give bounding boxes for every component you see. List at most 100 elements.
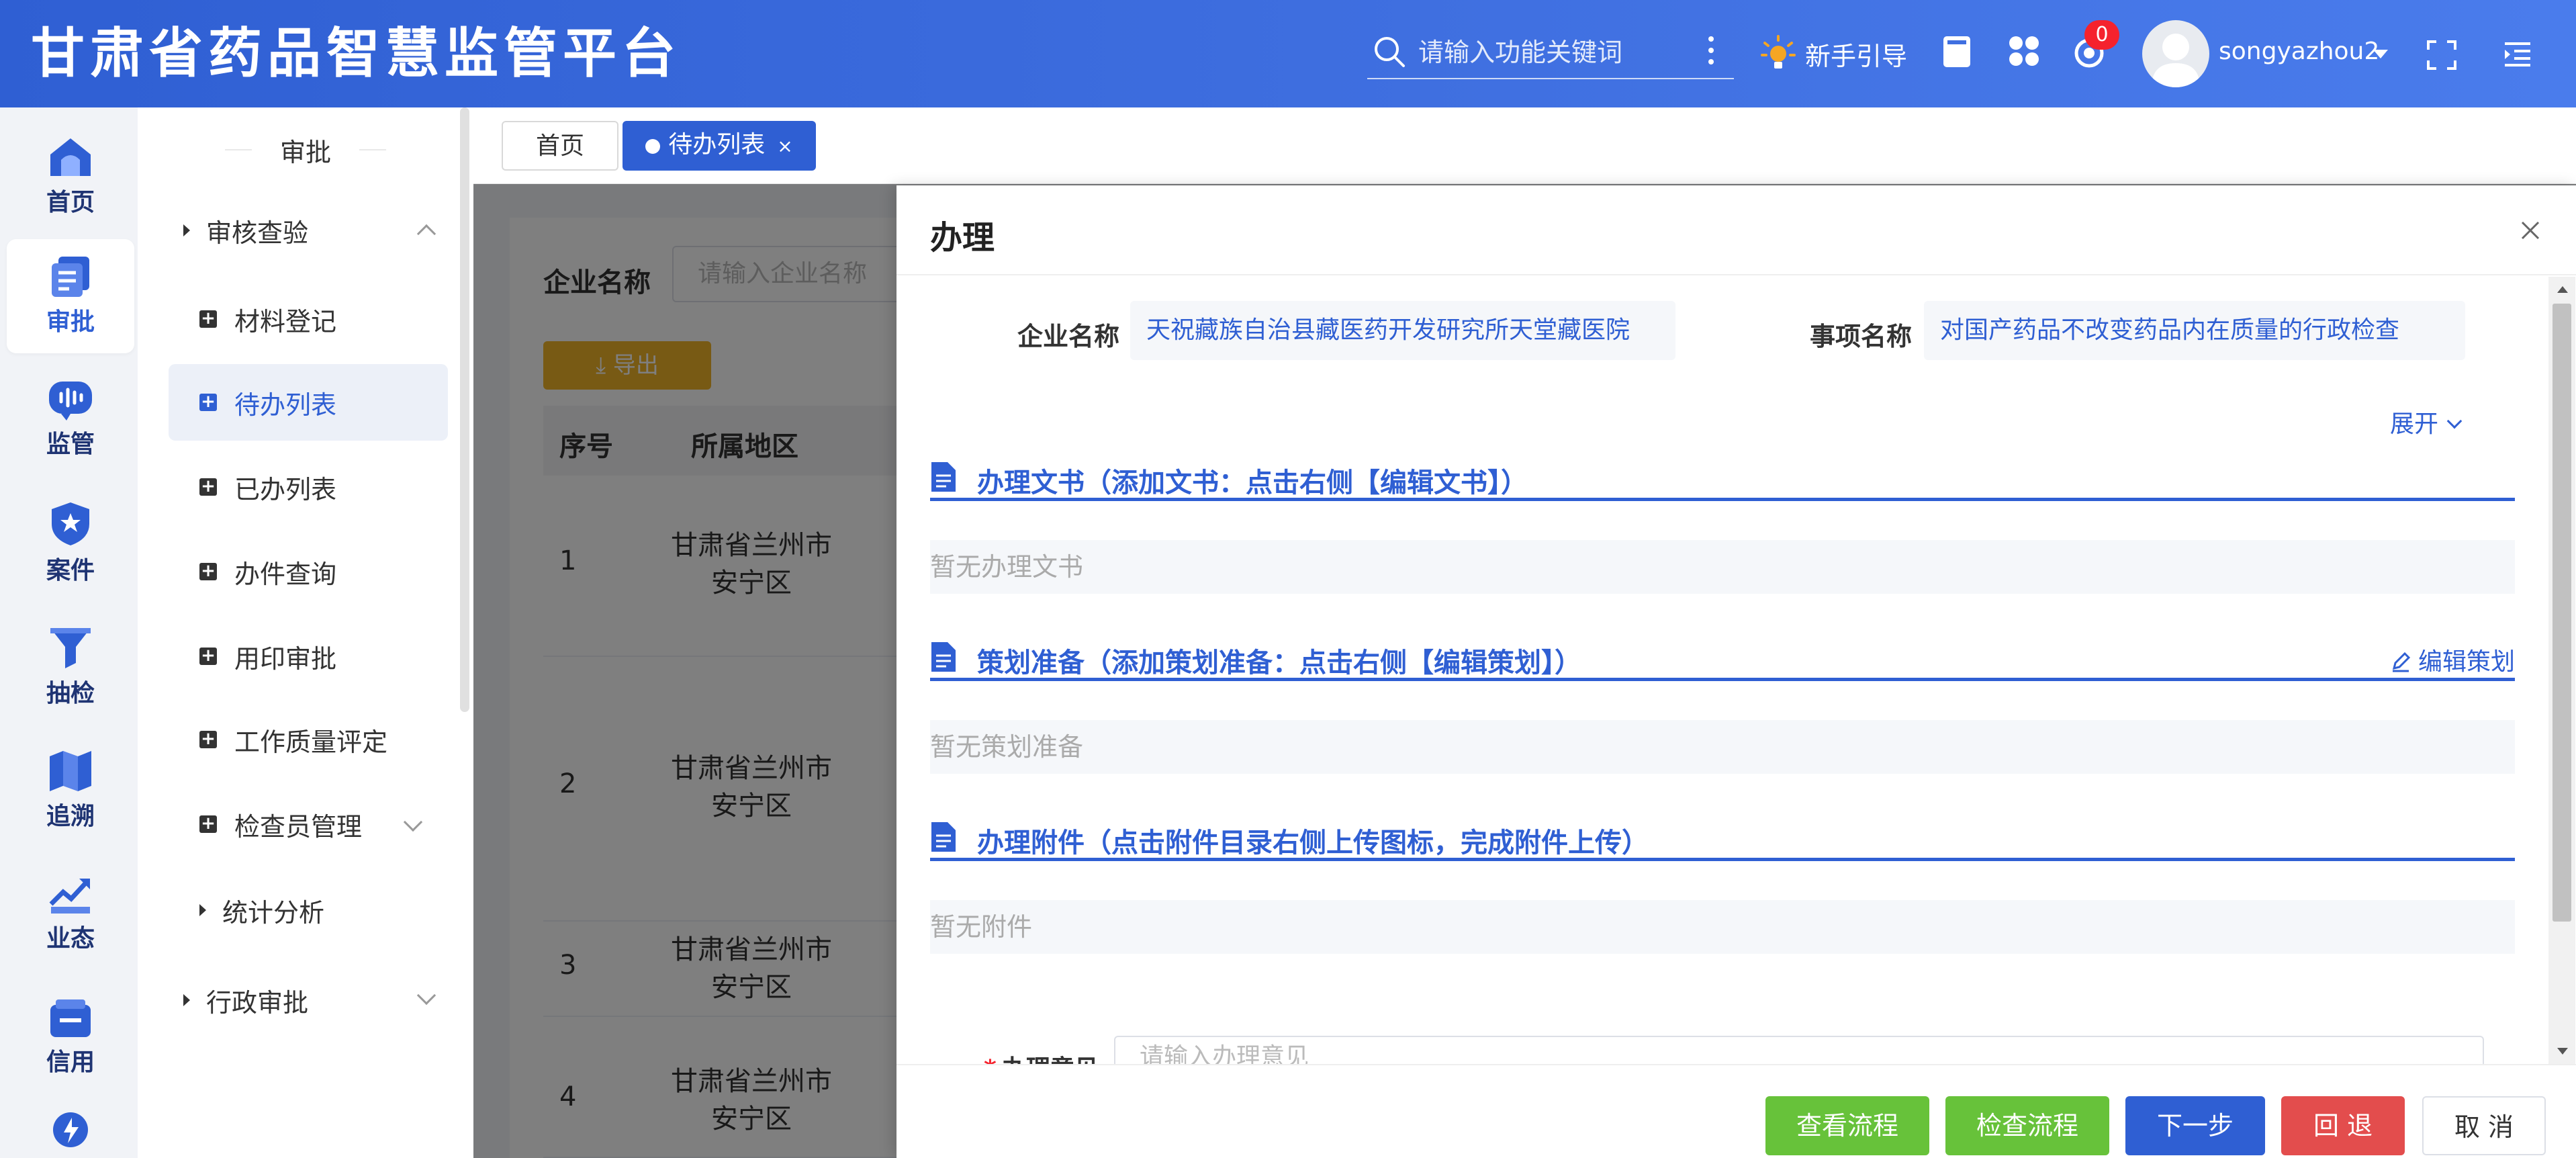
cancel-button[interactable]: 取 消 <box>2422 1096 2546 1155</box>
module-rail: 首页 审批 监管 案件 抽检 追溯 业态 信用 <box>0 107 138 1158</box>
lightning-icon <box>53 1112 88 1147</box>
guide-label: 新手引导 <box>1805 41 1908 71</box>
menu-item-material[interactable]: + 材料登记 <box>169 281 448 357</box>
opinion-label: *办理意见 <box>984 1049 1099 1064</box>
username[interactable]: songyazhou2 <box>2219 38 2379 65</box>
section-planning-header: 策划准备（添加策划准备：点击右侧【编辑策划】） 编辑策划 <box>930 634 2515 681</box>
supervise-icon <box>49 382 92 420</box>
plus-square-icon: + <box>199 478 217 496</box>
case-shield-icon <box>52 502 89 545</box>
edit-plan-button[interactable]: 编辑策划 <box>2390 642 2515 677</box>
fullscreen-icon[interactable] <box>2427 40 2456 70</box>
caret-right-icon <box>199 904 206 916</box>
rollback-button[interactable]: 回 退 <box>2281 1096 2405 1155</box>
submenu-panel: 审批 审核查验 + 材料登记 + 待办列表 + 已办列表 + 办件查询 + 用印… <box>138 107 473 1158</box>
opinion-input[interactable]: 请输入办理意见 <box>1114 1036 2484 1064</box>
scroll-up-icon[interactable] <box>2557 286 2568 293</box>
drawer-scrollbar[interactable] <box>2548 277 2575 1064</box>
tab-home[interactable]: 首页 <box>502 121 618 171</box>
edit-pencil-icon <box>2392 652 2411 672</box>
menu-item-stats[interactable]: 统计分析 <box>154 880 476 940</box>
avatar[interactable] <box>2142 20 2209 87</box>
plus-square-icon: + <box>199 393 217 411</box>
search-input[interactable] <box>1418 35 1714 70</box>
chevron-down-icon <box>2446 413 2463 429</box>
attachments-empty: 暂无附件 <box>930 900 2515 954</box>
top-header: 甘肃省药品智慧监管平台 新手引导 0 songyazhou2 <box>0 0 2576 107</box>
apps-icon[interactable] <box>2008 35 2040 67</box>
plus-square-icon: + <box>199 562 217 580</box>
book-icon[interactable] <box>1942 35 1972 69</box>
drawer-title: 办理 <box>930 219 995 257</box>
menu-item-inspector[interactable]: + 检查员管理 <box>169 786 448 862</box>
view-flow-button[interactable]: 查看流程 <box>1765 1096 1929 1155</box>
caret-right-icon <box>183 994 190 1006</box>
section-documents-header: 办理文书（添加文书：点击右侧【编辑文书】） <box>930 454 2515 501</box>
function-search[interactable] <box>1367 27 1734 79</box>
plus-square-icon: + <box>199 647 217 665</box>
rail-item-business[interactable]: 业态 <box>7 857 134 971</box>
menu-group-audit[interactable]: 审核查验 <box>138 200 460 261</box>
drawer-body: 企业名称 天祝藏族自治县藏医药开发研究所天堂藏医院 事项名称 对国产药品不改变药… <box>896 277 2576 1064</box>
planning-empty: 暂无策划准备 <box>930 720 2515 774</box>
scroll-down-icon[interactable] <box>2557 1048 2568 1055</box>
rail-item-case[interactable]: 案件 <box>7 486 134 600</box>
chevron-up-icon <box>416 224 436 244</box>
drawer-footer: 查看流程 检查流程 下一步 回 退 取 消 <box>896 1064 2576 1158</box>
section-attachments-header: 办理附件（点击附件目录右侧上传图标，完成附件上传） <box>930 814 2515 861</box>
check-flow-button[interactable]: 检查流程 <box>1945 1096 2109 1155</box>
document-icon <box>931 642 956 672</box>
required-mark: * <box>984 1055 997 1064</box>
drawer-header: 办理 <box>896 185 2576 275</box>
close-icon[interactable] <box>2520 220 2540 240</box>
rail-item-supervise[interactable]: 监管 <box>7 363 134 477</box>
submenu-scrollbar[interactable] <box>460 107 469 712</box>
document-icon <box>931 462 956 492</box>
scrollbar-thumb[interactable] <box>2552 304 2571 922</box>
tab-todo-label: 待办列表 <box>668 131 766 159</box>
document-icon <box>931 822 956 852</box>
rail-item-trace[interactable]: 追溯 <box>7 733 134 848</box>
rail-item-home[interactable]: 首页 <box>7 120 134 234</box>
plus-square-icon: + <box>199 730 217 748</box>
more-vertical-icon[interactable] <box>1706 36 1716 70</box>
submenu-title: 审批 <box>138 132 473 169</box>
rail-item-sampling[interactable]: 抽检 <box>7 610 134 724</box>
rail-item-approval[interactable]: 审批 <box>7 239 134 353</box>
user-avatar-icon <box>2152 34 2200 87</box>
guide-button[interactable]: 新手引导 <box>1761 34 1907 74</box>
notification-badge: 0 <box>2084 20 2119 50</box>
trend-chart-icon <box>49 879 90 914</box>
handle-drawer: 办理 企业名称 天祝藏族自治县藏医药开发研究所天堂藏医院 事项名称 对国产药品不… <box>896 185 2576 1158</box>
menu-item-quality[interactable]: + 工作质量评定 <box>169 701 448 778</box>
active-dot-icon <box>645 139 661 154</box>
caret-right-icon <box>183 224 190 236</box>
documents-empty: 暂无办理文书 <box>930 540 2515 594</box>
menu-lines-icon[interactable] <box>2503 42 2532 67</box>
menu-item-query[interactable]: + 办件查询 <box>169 533 448 610</box>
menu-group-admin[interactable]: 行政审批 <box>138 970 460 1030</box>
approval-icon <box>52 257 89 297</box>
menu-item-done[interactable]: + 已办列表 <box>169 449 448 525</box>
app-title: 甘肃省药品智慧监管平台 <box>31 22 681 85</box>
menu-item-seal[interactable]: + 用印审批 <box>169 618 448 695</box>
plus-square-icon: + <box>199 815 217 833</box>
lightbulb-icon <box>1761 35 1796 69</box>
rail-item-more[interactable] <box>7 1111 134 1158</box>
search-icon <box>1375 37 1405 67</box>
plus-square-icon: + <box>199 310 217 328</box>
chevron-down-icon <box>403 812 423 832</box>
credit-icon <box>50 999 91 1037</box>
menu-item-todo[interactable]: + 待办列表 <box>169 364 448 441</box>
matter-name-label: 事项名称 <box>1810 322 1913 351</box>
tab-close-icon[interactable]: × <box>777 135 792 157</box>
caret-down-icon[interactable] <box>2373 50 2388 58</box>
tab-todo[interactable]: 待办列表 × <box>623 121 816 171</box>
home-icon <box>50 138 91 176</box>
funnel-icon <box>50 628 91 668</box>
expand-toggle[interactable]: 展开 <box>2390 404 2463 439</box>
company-name-value: 天祝藏族自治县藏医药开发研究所天堂藏医院 <box>1130 301 1675 360</box>
next-step-button[interactable]: 下一步 <box>2125 1096 2265 1155</box>
rail-item-credit[interactable]: 信用 <box>7 981 134 1095</box>
chevron-down-icon <box>416 985 436 1006</box>
